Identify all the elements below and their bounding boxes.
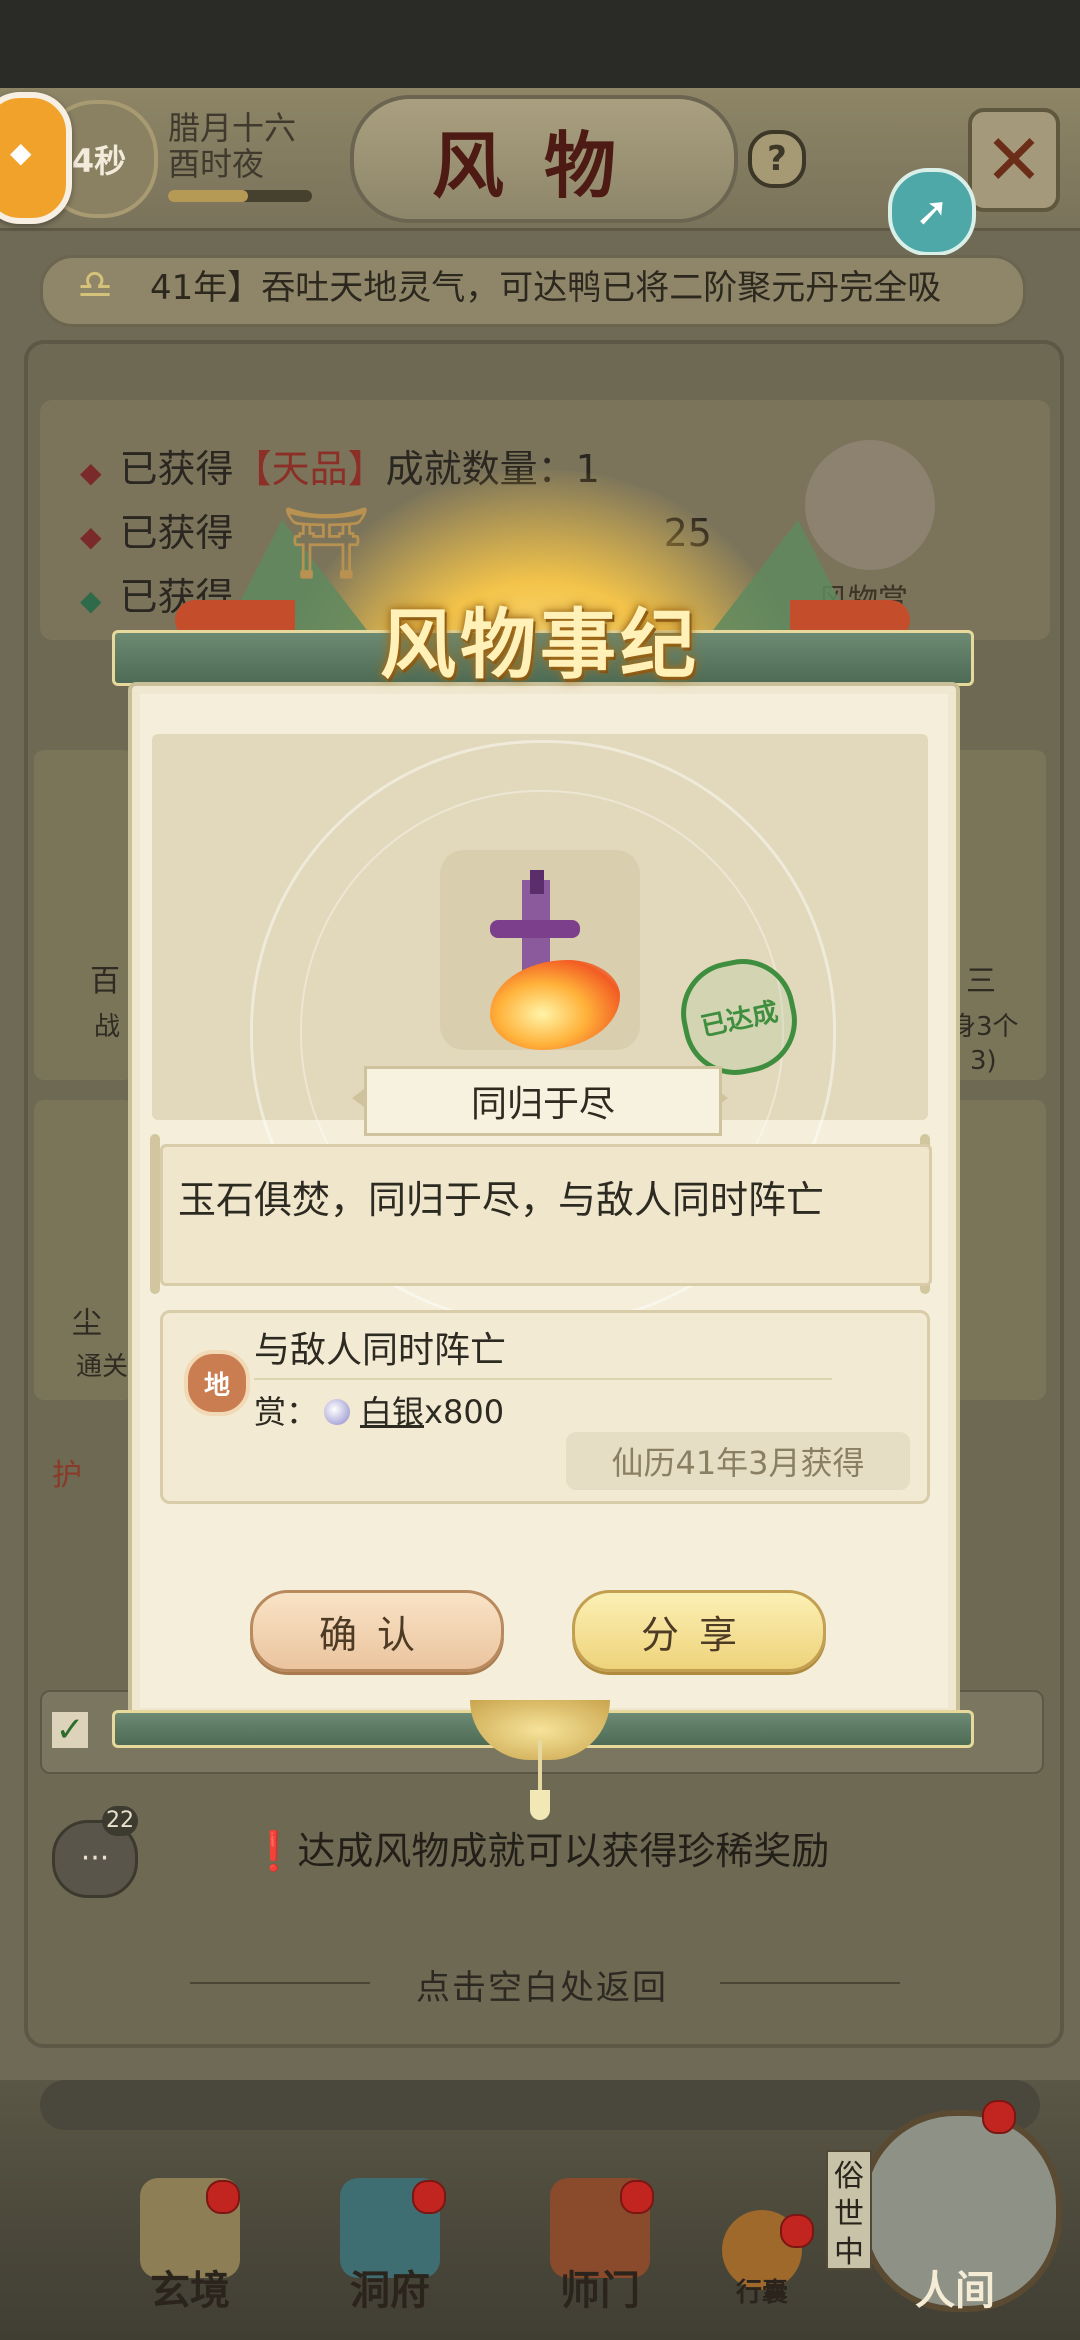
tap-to-return-hint[interactable]: 点击空白处返回 <box>416 1960 668 2009</box>
status-bar <box>0 0 1080 88</box>
bg-card-right-top-count: 3) <box>970 1046 997 1076</box>
date-line-1: 腊月十六 <box>168 109 297 147</box>
confirm-button[interactable]: 确认 <box>250 1590 504 1672</box>
achievement-name: 同归于尽 <box>364 1066 722 1136</box>
bg-card-left-top-title: 百 <box>90 964 120 999</box>
rocket-icon[interactable]: ➚ <box>888 168 976 256</box>
notification-dot <box>206 2180 240 2214</box>
chat-count-badge: 22 <box>102 1806 138 1836</box>
reward-line: 赏： 白银x800 <box>254 1388 504 1436</box>
notice-text: 41年】吞吐天地灵气，可达鸭已将二阶聚元丹完全吸 <box>150 268 942 308</box>
nav-dongfu[interactable]: 洞府 <box>325 2258 455 2316</box>
silver-coin-icon <box>324 1399 351 1425</box>
reward-label: 赏： <box>254 1393 319 1431</box>
bg-card-right-bottom[interactable] <box>946 1100 1046 1400</box>
sword-hilt <box>530 870 544 894</box>
modal-title: 风物事纪 <box>380 600 700 689</box>
diamond-icon: ◆ <box>80 520 102 553</box>
bg-card-right-top-title: 三 <box>966 964 996 999</box>
reward-divider <box>254 1378 832 1380</box>
obtained-date: 仙历41年3月获得 <box>566 1432 910 1490</box>
nav-xingnang[interactable]: 行囊 <box>697 2272 827 2309</box>
info-icon: ❗ <box>250 1829 298 1873</box>
reward-condition: 与敌人同时阵亡 <box>254 1330 507 1371</box>
nav-shelf <box>40 2080 1040 2130</box>
desc-scroll-end-left <box>150 1134 160 1294</box>
notification-dot <box>412 2180 446 2214</box>
notification-dot <box>620 2180 654 2214</box>
divider-left <box>190 1982 370 1984</box>
bg-card-left-bottom-sub: 通关 <box>76 1352 129 1382</box>
diamond-icon: ◆ <box>80 456 102 489</box>
share-button[interactable]: 分享 <box>572 1590 826 1672</box>
renjian-status-tag: 俗世中 <box>826 2150 872 2270</box>
line2-prefix: 已获得 <box>119 511 234 555</box>
nav-xuanjing[interactable]: 玄境 <box>125 2258 255 2316</box>
line1-tier: 【天品】 <box>233 447 386 491</box>
divider-right <box>720 1982 900 1984</box>
bell-icon: ♎ <box>77 262 113 308</box>
nav-shimen[interactable]: 师门 <box>535 2258 665 2316</box>
mascot-avatar[interactable] <box>805 440 935 570</box>
bg-card-right-top-sub: 身3个 <box>950 1012 1019 1042</box>
notification-dot <box>780 2214 814 2248</box>
game-date: 腊月十六 酉时夜 <box>168 110 296 182</box>
tier-badge: 地 <box>184 1350 250 1416</box>
bg-card-left-bottom-title: 尘 <box>72 1306 102 1341</box>
bg-card-left-bottom-2: 护 <box>52 1458 82 1493</box>
torii-gate-icon: ⛩ <box>282 502 371 584</box>
diamond-icon: ◆ <box>80 584 102 617</box>
reward-hint-text: 达成风物成就可以获得珍稀奖励 <box>297 1829 830 1873</box>
reward-item-link[interactable]: 白银 <box>360 1393 424 1431</box>
date-line-2: 酉时夜 <box>168 145 265 183</box>
achievement-description: 玉石俱焚，同归于尽，与敌人同时阵亡 <box>178 1178 825 1222</box>
page-title: 风物 <box>350 95 738 223</box>
time-progress-fill <box>168 190 248 202</box>
close-button[interactable]: ✕ <box>968 108 1060 212</box>
floating-menu-button[interactable] <box>0 92 72 224</box>
sword-guard <box>490 920 580 938</box>
reward-quantity: x800 <box>424 1393 505 1431</box>
bg-card-left-top-sub: 战 <box>94 1012 121 1042</box>
reward-hint: ❗达成风物成就可以获得珍稀奖励 <box>250 1820 829 1875</box>
nav-renjian[interactable]: 人间 <box>890 2258 1020 2316</box>
line1-prefix: 已获得 <box>119 447 234 491</box>
tassel-tip <box>530 1790 550 1820</box>
notification-dot <box>982 2100 1016 2134</box>
help-icon[interactable]: ? <box>748 130 806 188</box>
filter-checkbox[interactable]: ✓ <box>52 1712 88 1748</box>
